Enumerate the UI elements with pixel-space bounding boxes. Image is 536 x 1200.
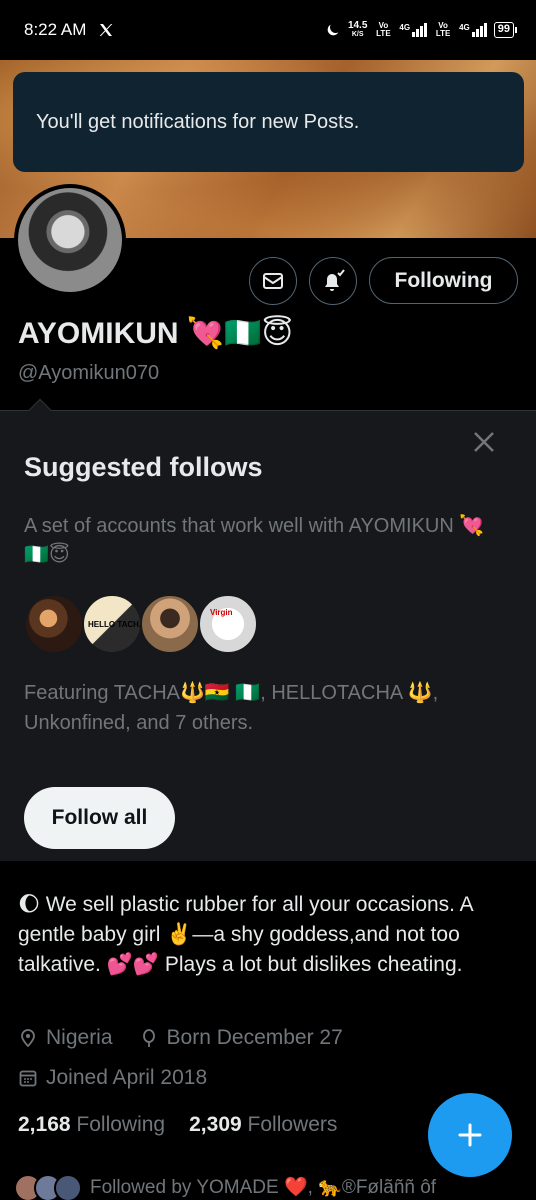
- toast-text: You'll get notifications for new Posts.: [36, 110, 360, 133]
- following-count-link[interactable]: 2,168 Following: [18, 1113, 165, 1137]
- message-button[interactable]: [249, 257, 297, 305]
- joined: Joined April 2018: [18, 1066, 207, 1090]
- volte-1: Vo LTE: [376, 21, 391, 38]
- net-speed: 14.5 K/S: [347, 20, 368, 39]
- birthday: Born December 27: [139, 1026, 343, 1050]
- suggested-avatar[interactable]: [24, 594, 84, 654]
- location: Nigeria: [18, 1026, 113, 1050]
- suggested-avatar-label: Virgin: [210, 608, 233, 617]
- notifications-button[interactable]: [309, 257, 357, 305]
- suggested-avatar-label: HELLO TACHA: [88, 620, 145, 629]
- divider: [0, 410, 536, 411]
- battery-icon: 99: [493, 22, 518, 38]
- volte-2: Vo LTE: [435, 21, 451, 38]
- location-icon: [21, 1029, 35, 1048]
- signal-1-icon: 4G: [399, 23, 428, 37]
- signal-2-icon: 4G: [459, 23, 487, 37]
- mail-icon: [263, 273, 283, 289]
- followers-count-link[interactable]: 2,309 Followers: [189, 1113, 337, 1137]
- handle: @Ayomikun070: [18, 362, 160, 384]
- suggested-title: Suggested follows: [24, 452, 263, 482]
- avatar[interactable]: [14, 184, 126, 296]
- followed-by-avatars: [14, 1172, 82, 1200]
- calendar-icon: [19, 1070, 37, 1087]
- followed-by[interactable]: Followed by YOMADE ❤️, 🐆®Følãññ ôf: [14, 1172, 436, 1200]
- profile-meta-joined: Joined April 2018: [18, 1066, 207, 1090]
- followed-by-text: Followed by YOMADE ❤️, 🐆®Følãññ ôf: [90, 1177, 437, 1198]
- bell-check-icon: [325, 269, 345, 291]
- status-indicators: 14.5 K/S Vo LTE 4G Vo LTE 4G 99: [325, 20, 518, 39]
- plus-icon: [458, 1123, 482, 1147]
- close-icon[interactable]: [470, 428, 498, 456]
- following-button[interactable]: Following: [369, 257, 518, 304]
- moon-icon: [327, 24, 339, 36]
- status-time: 8:22 AM: [24, 20, 87, 39]
- suggested-featuring: Featuring TACHA🔱🇬🇭 🇳🇬, HELLOTACHA 🔱, Unk…: [24, 682, 439, 734]
- profile-meta: Nigeria Born December 27: [18, 1026, 343, 1050]
- suggested-avatar[interactable]: Virgin: [198, 594, 258, 654]
- x-logo-icon: [100, 24, 113, 36]
- status-bar: 8:22 AM 14.5 K/S Vo LTE 4G Vo LTE 4G 99: [0, 0, 536, 60]
- follow-counts: 2,168 Following 2,309 Followers: [18, 1113, 337, 1137]
- notification-toast: You'll get notifications for new Posts.: [13, 72, 524, 172]
- follow-all-button[interactable]: Follow all: [24, 787, 175, 849]
- avatar-image: [18, 188, 122, 292]
- suggested-avatar[interactable]: [140, 594, 200, 654]
- display-name: AYOMIKUN 💘🇳🇬😇: [18, 317, 293, 350]
- compose-button[interactable]: [428, 1093, 512, 1177]
- birthday-icon: [142, 1029, 155, 1047]
- bio: 🌔 We sell plastic rubber for all your oc…: [18, 893, 473, 976]
- suggested-description: A set of accounts that work well with AY…: [24, 515, 485, 566]
- suggested-avatars[interactable]: HELLO TACHA Virgin: [24, 594, 264, 654]
